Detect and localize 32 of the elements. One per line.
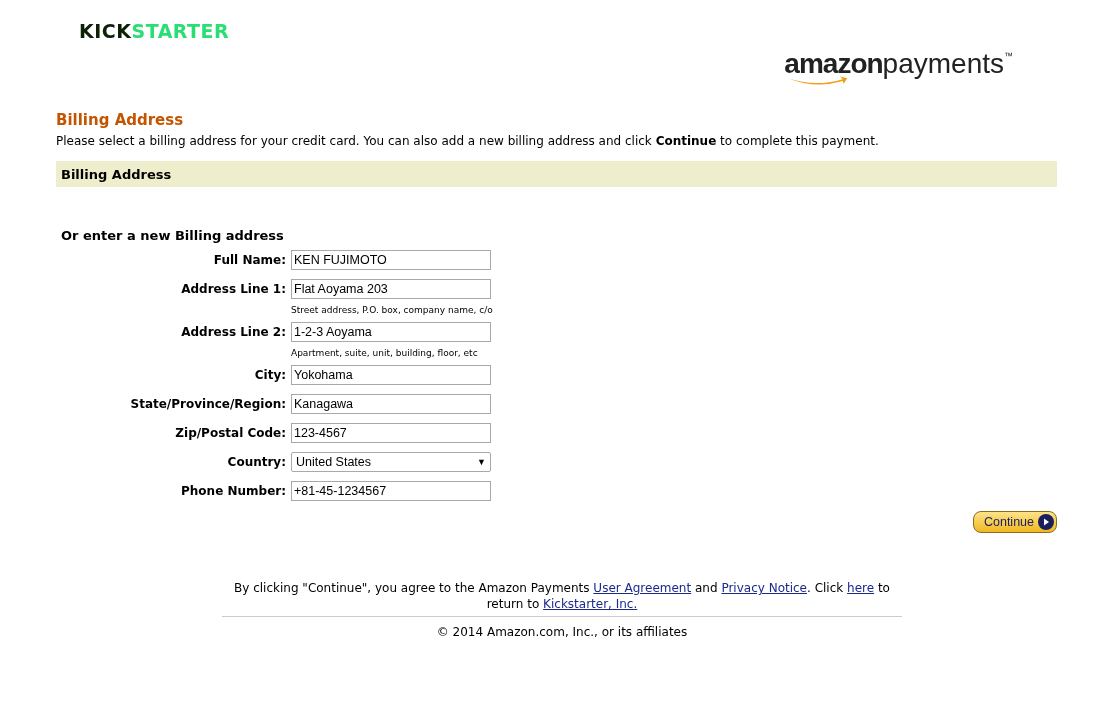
input-field[interactable]: Flat Aoyama 203: [291, 279, 491, 299]
payments-logo: amazonpayments™: [784, 49, 1013, 87]
copyright-text: © 2014 Amazon.com, Inc., or its affiliates: [435, 625, 689, 639]
intro-text: Please select a billing address for your credit card. You can also add a new billing address and click Continue to complete this payment.: [56, 133, 880, 149]
field-hint: Street address, P.O. box, company name, c/o: [291, 305, 494, 315]
country-dropdown[interactable]: United States ▼: [291, 452, 491, 472]
agreement-text: By clicking "Continue", you agree to the Amazon Payments User Agreement and Privacy Notice. Click here to return to Kickstarter, Inc.: [222, 580, 902, 617]
link[interactable]: Privacy Notice: [721, 581, 807, 595]
link[interactable]: Kickstarter, Inc.: [543, 597, 638, 611]
input-field[interactable]: Kanagawa: [291, 394, 491, 414]
page-title: Billing Address: [56, 110, 185, 130]
input-field[interactable]: KEN FUJIMOTO: [291, 250, 491, 270]
field-label: Country:: [226, 455, 286, 469]
link[interactable]: here: [847, 581, 875, 595]
field-label: City:: [253, 368, 286, 382]
field-label: State/Province/Region:: [129, 397, 286, 411]
field-label: Address Line 1:: [180, 282, 286, 296]
site-logo[interactable]: KICKSTARTER: [79, 20, 230, 42]
form-title: Or enter a new Billing address: [61, 228, 284, 244]
input-field[interactable]: Yokohama: [291, 365, 491, 385]
input-field[interactable]: +81-45-1234567: [291, 481, 491, 501]
input-field[interactable]: 123-4567: [291, 423, 491, 443]
link[interactable]: User Agreement: [593, 581, 692, 595]
field-label: Zip/Postal Code:: [174, 426, 286, 440]
caret-icon: ▼: [477, 457, 486, 467]
field-label: Address Line 2:: [180, 325, 286, 339]
input-field[interactable]: 1-2-3 Aoyama: [291, 322, 491, 342]
continue-button[interactable]: Continue: [972, 511, 1057, 533]
field-label: Full Name:: [212, 253, 286, 267]
field-label: Phone Number:: [180, 484, 286, 498]
field-hint: Apartment, suite, unit, building, floor, etc: [291, 348, 479, 358]
section-title: Billing Address: [61, 166, 172, 182]
